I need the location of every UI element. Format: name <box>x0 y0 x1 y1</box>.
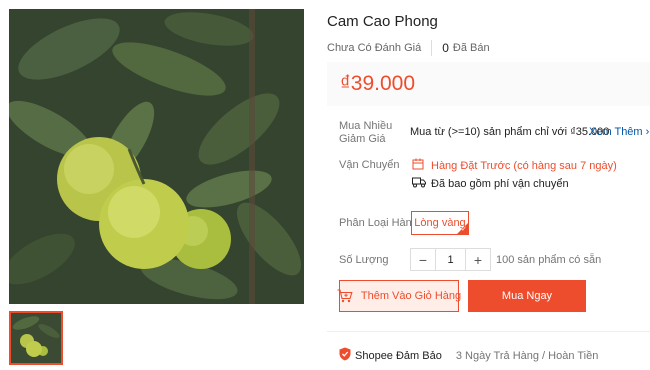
shopee-guarantee[interactable]: Shopee Đảm Bảo 3 Ngày Trả Hàng / Hoàn Ti… <box>339 347 598 364</box>
product-title: Cam Cao Phong <box>327 13 438 30</box>
shield-icon <box>339 347 351 364</box>
quantity-input[interactable]: 1 <box>435 249 466 270</box>
divider <box>327 331 650 332</box>
bulk-discount-label: Mua Nhiều Giảm Giá <box>339 120 393 145</box>
quantity-increase-button[interactable]: + <box>466 249 490 270</box>
variant-option-button[interactable]: Lòng vàng ✓ <box>411 211 469 235</box>
sold-count: 0 <box>442 41 449 55</box>
preorder-row: Hàng Đặt Trước (có hàng sau 7 ngày) <box>412 158 617 173</box>
product-main-image[interactable] <box>9 9 304 304</box>
guarantee-text: 3 Ngày Trả Hàng / Hoàn Tiền <box>455 349 599 362</box>
variant-label: Phân Loại Hàng <box>339 217 418 229</box>
chevron-right-icon: › <box>645 126 650 138</box>
cart-plus-icon <box>337 289 353 303</box>
price: ₫39.000 <box>340 72 416 95</box>
add-to-cart-label: Thêm Vào Giỏ Hàng <box>360 290 462 302</box>
shipping-fee-row: Đã bao gồm phí vận chuyển <box>412 177 569 191</box>
quantity-stepper: − 1 + <box>410 248 491 271</box>
preorder-text: Hàng Đặt Trước (có hàng sau 7 ngày) <box>431 159 617 172</box>
bulk-discount-text: Mua từ (>=10) sản phẩm chỉ với ₫35.000 <box>410 126 610 138</box>
price-box: ₫39.000 <box>327 62 650 106</box>
shipping-label: Vận Chuyển <box>339 159 400 171</box>
see-more-link[interactable]: Xem Thêm › <box>589 126 649 138</box>
shipping-fee-text: Đã bao gồm phí vận chuyển <box>431 178 569 190</box>
guarantee-title: Shopee Đảm Bảo <box>355 349 442 362</box>
stock-text: 100 sản phẩm có sẵn <box>496 254 602 266</box>
rating-text: Chưa Có Đánh Giá <box>327 42 422 54</box>
buy-now-label: Mua Ngay <box>501 290 553 302</box>
buy-now-button[interactable]: Mua Ngay <box>468 280 586 312</box>
see-more-label: Xem Thêm <box>589 126 643 138</box>
product-thumbnail[interactable] <box>9 311 63 365</box>
quantity-decrease-button[interactable]: − <box>411 249 435 270</box>
rating-sold-row: Chưa Có Đánh Giá 0 Đã Bán <box>327 40 490 56</box>
thumbnail-illustration <box>11 313 61 363</box>
check-icon: ✓ <box>461 226 467 233</box>
divider <box>431 40 433 56</box>
truck-icon <box>412 177 426 191</box>
sold-label: Đã Bán <box>452 42 490 54</box>
calendar-icon <box>412 158 424 173</box>
quantity-label: Số Lượng <box>339 254 389 266</box>
orange-tree-illustration <box>9 9 304 304</box>
add-to-cart-button[interactable]: Thêm Vào Giỏ Hàng <box>337 280 462 312</box>
